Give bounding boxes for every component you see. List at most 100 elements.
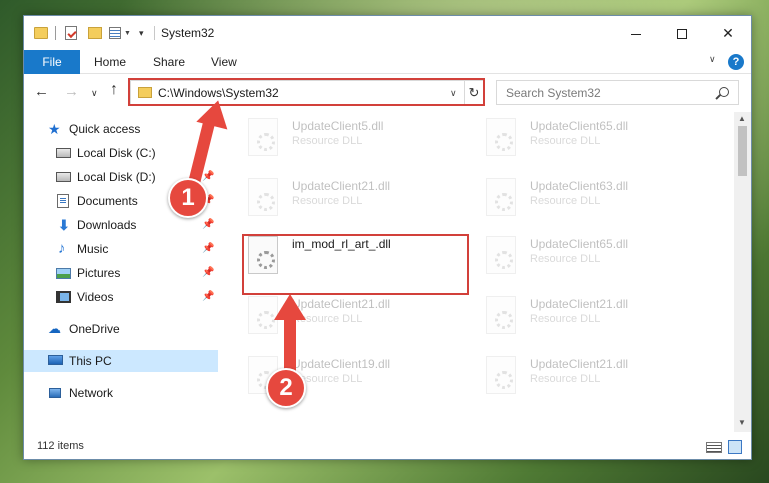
file-name: UpdateClient65.dll	[530, 119, 629, 133]
file-type: Resource DLL	[530, 253, 601, 265]
recent-locations-button[interactable]: ∨	[91, 86, 98, 101]
sidebar-item-label: Local Disk (D:)	[77, 170, 156, 184]
drive-icon	[56, 148, 71, 158]
sidebar-item-label: Pictures	[77, 266, 121, 280]
sidebar-item-videos[interactable]: Videos 📌	[24, 286, 218, 308]
window-title: System32	[161, 26, 215, 40]
tab-home[interactable]: Home	[94, 50, 126, 74]
file-name: UpdateClient21.dll	[530, 297, 629, 311]
vertical-scrollbar[interactable]: ▲ ▼	[734, 112, 751, 432]
title-bar: ▼ ▾ System32 ✕	[24, 16, 751, 50]
file-item[interactable]: UpdateClient21.dll Resource DLL	[246, 174, 466, 220]
file-name: UpdateClient65.dll	[530, 237, 629, 251]
chevron-down-icon[interactable]: ▼	[124, 30, 131, 37]
sidebar-item-network[interactable]: Network	[24, 382, 218, 404]
scroll-down-icon[interactable]: ▼	[738, 418, 746, 427]
dll-file-icon	[248, 178, 278, 216]
music-icon: ♪	[58, 240, 66, 257]
file-type: Resource DLL	[530, 313, 601, 325]
sidebar-item-music[interactable]: ♪ Music 📌	[24, 238, 218, 260]
address-bar-highlight	[128, 78, 485, 106]
quick-access-separator	[55, 26, 56, 40]
file-item[interactable]: UpdateClient21.dll Resource DLL	[484, 292, 704, 338]
close-button[interactable]: ✕	[705, 16, 751, 50]
file-item[interactable]: UpdateClient65.dll Resource DLL	[484, 232, 704, 278]
file-item[interactable]: UpdateClient63.dll Resource DLL	[484, 174, 704, 220]
sidebar-item-label: This PC	[69, 354, 112, 368]
tab-view[interactable]: View	[211, 50, 237, 74]
new-folder-icon[interactable]	[88, 27, 102, 39]
sidebar-item-label: OneDrive	[69, 322, 120, 336]
file-item[interactable]: UpdateClient65.dll Resource DLL	[484, 114, 704, 160]
pin-icon[interactable]: 📌	[202, 291, 214, 302]
drive-icon	[56, 172, 71, 182]
sidebar-item-quick-access[interactable]: ★ Quick access	[24, 118, 218, 140]
file-item[interactable]: UpdateClient5.dll Resource DLL	[246, 114, 466, 160]
network-icon	[49, 388, 61, 398]
dll-file-icon	[486, 296, 516, 334]
step-badge-1: 1	[168, 178, 208, 218]
file-type: Resource DLL	[292, 195, 363, 207]
dll-file-icon	[486, 356, 516, 394]
scrollbar-thumb[interactable]	[738, 126, 747, 176]
file-name: UpdateClient19.dll	[292, 357, 391, 371]
expand-ribbon-icon[interactable]: ∨	[709, 54, 716, 65]
step-badge-2: 2	[266, 368, 306, 408]
minimize-button[interactable]	[613, 16, 659, 50]
sidebar-item-local-disk-c[interactable]: Local Disk (C:)	[24, 142, 218, 164]
file-name: UpdateClient5.dll	[292, 119, 384, 133]
back-button[interactable]: ←	[34, 84, 49, 99]
pin-icon[interactable]: 📌	[202, 171, 214, 182]
file-type: Resource DLL	[530, 373, 601, 385]
sidebar-item-label: Documents	[77, 194, 138, 208]
dll-file-icon	[486, 118, 516, 156]
documents-icon	[57, 194, 69, 208]
dll-file-icon	[486, 178, 516, 216]
search-input[interactable]: Search System32	[496, 80, 739, 105]
sidebar-item-onedrive[interactable]: ☁ OneDrive	[24, 318, 218, 340]
file-name: UpdateClient63.dll	[530, 179, 629, 193]
maximize-icon	[677, 29, 687, 40]
status-bar: 112 items	[24, 434, 751, 459]
sidebar-item-label: Network	[69, 386, 114, 400]
file-type: Resource DLL	[530, 135, 601, 147]
view-menu-icon[interactable]	[109, 27, 121, 39]
title-separator	[154, 26, 155, 40]
large-icons-view-icon[interactable]	[728, 440, 742, 454]
this-pc-icon	[48, 355, 63, 365]
tab-share[interactable]: Share	[153, 50, 185, 74]
dll-file-icon	[248, 118, 278, 156]
pin-icon[interactable]: 📌	[202, 267, 214, 278]
sidebar-item-label: Quick access	[69, 122, 141, 136]
sidebar-item-label: Local Disk (C:)	[77, 146, 156, 160]
pictures-icon	[56, 268, 71, 279]
download-icon: ⬇	[58, 217, 70, 233]
file-name: UpdateClient21.dll	[530, 357, 629, 371]
file-item[interactable]: UpdateClient21.dll Resource DLL	[484, 352, 704, 398]
sidebar-item-label: Videos	[77, 290, 114, 304]
details-view-icon[interactable]	[706, 442, 722, 453]
sidebar-item-label: Music	[77, 242, 109, 256]
file-type: Resource DLL	[530, 195, 601, 207]
ribbon-tabs: File Home Share View ∨ ?	[24, 50, 751, 74]
folder-icon	[34, 27, 48, 39]
up-button[interactable]: ↑	[110, 82, 118, 98]
pin-icon[interactable]: 📌	[202, 243, 214, 254]
item-count: 112 items	[37, 440, 84, 452]
sidebar-item-this-pc[interactable]: This PC	[24, 350, 218, 372]
properties-icon[interactable]	[65, 26, 77, 40]
videos-icon	[56, 291, 71, 303]
forward-button[interactable]: →	[64, 84, 79, 99]
maximize-button[interactable]	[659, 16, 705, 50]
help-icon[interactable]: ?	[728, 54, 744, 70]
scroll-up-icon[interactable]: ▲	[738, 114, 746, 123]
file-highlight	[242, 234, 469, 295]
search-icon[interactable]	[719, 87, 729, 97]
customize-toolbar-icon[interactable]: ▾	[139, 28, 144, 39]
tab-file[interactable]: File	[24, 50, 80, 74]
star-icon: ★	[48, 121, 61, 137]
sidebar-item-pictures[interactable]: Pictures 📌	[24, 262, 218, 284]
arrowhead-icon	[274, 294, 306, 320]
pin-icon[interactable]: 📌	[202, 219, 214, 230]
file-type: Resource DLL	[292, 135, 363, 147]
